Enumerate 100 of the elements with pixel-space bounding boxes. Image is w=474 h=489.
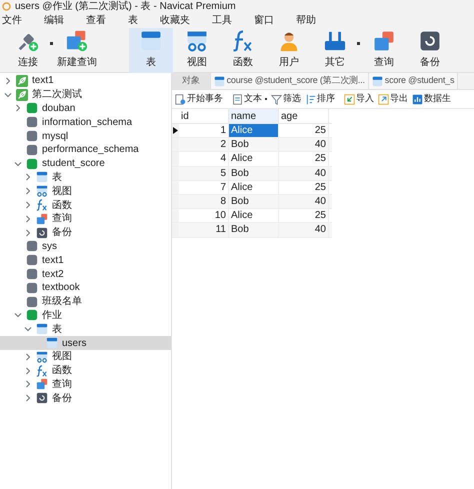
- database-icon: [26, 240, 38, 252]
- toolbar-button[interactable]: 备份: [408, 28, 452, 72]
- table-row[interactable]: 8 Bob 40: [172, 194, 332, 210]
- toolbar-button[interactable]: 查询: [362, 28, 406, 72]
- tree-item[interactable]: 函数: [0, 364, 171, 378]
- tree-label: 查询: [52, 212, 72, 226]
- table-row[interactable]: 5 Bob 40: [172, 166, 332, 181]
- database-icon: [26, 102, 38, 114]
- tree-item[interactable]: performance_schema: [0, 142, 171, 157]
- tree-item[interactable]: textbook: [0, 280, 171, 295]
- column-header[interactable]: age: [279, 109, 329, 123]
- tree-item[interactable]: 作业: [0, 308, 171, 322]
- tree-label: textbook: [42, 281, 80, 296]
- tree-label: 备份: [52, 392, 72, 406]
- database-icon: [26, 268, 38, 280]
- tree-item[interactable]: text2: [0, 267, 171, 281]
- tree-item[interactable]: sys: [0, 240, 171, 254]
- table-icon: [372, 76, 383, 86]
- tree-label: 备份: [52, 226, 72, 240]
- grid-toolbar-button[interactable]: 导出: [378, 92, 408, 106]
- tree-item[interactable]: 第二次测试: [0, 88, 171, 102]
- menu-item[interactable]: 帮助: [296, 13, 316, 28]
- tree-item[interactable]: douban: [0, 102, 171, 116]
- tree-item[interactable]: 视图: [0, 350, 171, 364]
- tree-item[interactable]: 班级名单: [0, 294, 171, 309]
- backup-icon: [36, 392, 48, 404]
- glasses-table-icon: [186, 30, 208, 52]
- leaf-icon: [16, 88, 28, 101]
- toolbar-button[interactable]: 用户: [267, 28, 311, 72]
- tree-item[interactable]: text1: [0, 253, 171, 268]
- tree-label: text1: [32, 74, 54, 88]
- grid-toolbar-button[interactable]: 排序: [305, 92, 335, 106]
- tree-item[interactable]: student_score: [0, 156, 171, 171]
- tab[interactable]: 对象: [172, 73, 211, 89]
- table-row[interactable]: 1 Alice 25: [172, 124, 332, 138]
- table-row[interactable]: 2 Bob 40: [172, 138, 332, 152]
- menu-item[interactable]: 工具: [212, 13, 232, 28]
- tree-item[interactable]: information_schema: [0, 115, 171, 130]
- tree-item[interactable]: 查询: [0, 378, 171, 392]
- menu-item[interactable]: 查看: [86, 13, 106, 28]
- table-row[interactable]: 7 Alice 25: [172, 180, 332, 195]
- menu-item[interactable]: 文件: [2, 13, 22, 28]
- database-icon: [26, 254, 38, 266]
- chevron-right-icon[interactable]: [4, 76, 12, 85]
- toolbar-button[interactable]: 连接: [6, 28, 50, 72]
- tree-label: text1: [42, 254, 64, 268]
- menu-item[interactable]: 表: [128, 13, 138, 28]
- table-cell: 25: [279, 152, 329, 166]
- tree-label: 表: [52, 170, 62, 185]
- menu-item[interactable]: 编辑: [44, 13, 64, 28]
- table-cell: 40: [279, 194, 329, 208]
- tree-item[interactable]: 备份: [0, 226, 171, 240]
- tree-item[interactable]: 表: [0, 170, 171, 184]
- tab[interactable]: course @student_score (第二次测...: [210, 73, 369, 89]
- query-icon: [373, 30, 395, 52]
- tree-item[interactable]: 查询: [0, 212, 171, 226]
- grid-toolbar-button[interactable]: 文本: [232, 92, 267, 106]
- tree-item[interactable]: users: [0, 336, 171, 350]
- toolbar-button[interactable]: 函数: [221, 28, 265, 72]
- tree-label: douban: [42, 102, 76, 116]
- table-cell: Alice: [229, 152, 279, 166]
- tree-label: 视图: [52, 184, 72, 199]
- tree-item[interactable]: 备份: [0, 391, 171, 406]
- grid-toolbar-button[interactable]: 导入: [344, 92, 374, 106]
- table-icon: [46, 337, 58, 350]
- tab[interactable]: score @student_s: [368, 73, 458, 89]
- table-cell: Alice: [229, 209, 279, 222]
- chevron-down-icon[interactable]: [4, 90, 12, 99]
- tree-item[interactable]: text1: [0, 74, 171, 88]
- grid-toolbar-button[interactable]: 数据生: [412, 92, 451, 106]
- table-cell: 2: [179, 138, 229, 152]
- toolbar-button[interactable]: 其它: [313, 28, 357, 72]
- table-row[interactable]: 4 Alice 25: [172, 152, 332, 167]
- table-row[interactable]: 10 Alice 25: [172, 209, 332, 224]
- menu-item[interactable]: 窗口: [254, 13, 274, 28]
- toolbar-button[interactable]: 新建查询: [55, 28, 99, 72]
- function-icon: [232, 30, 254, 52]
- menu-item[interactable]: 收藏夹: [160, 13, 190, 28]
- query-icon: [36, 212, 48, 225]
- tree-item[interactable]: mysql: [0, 129, 171, 143]
- table-cell: 40: [279, 138, 329, 152]
- table-cell: Bob: [229, 138, 279, 152]
- tree-item[interactable]: 视图: [0, 184, 171, 198]
- table-cell: 7: [179, 180, 229, 194]
- chevron-right-icon[interactable]: [14, 104, 22, 112]
- tree-item[interactable]: 表: [0, 322, 171, 336]
- table-cell: 40: [279, 166, 329, 180]
- toolbar-button[interactable]: 表: [129, 28, 173, 72]
- tree-label: 函数: [52, 364, 72, 378]
- column-header[interactable]: name: [229, 109, 279, 123]
- tree-label: 视图: [52, 350, 72, 364]
- table-row[interactable]: 11 Bob 40: [172, 223, 332, 238]
- database-icon: [26, 130, 38, 142]
- tree-item[interactable]: 函数: [0, 198, 171, 212]
- grid-toolbar-button[interactable]: 筛选: [271, 92, 301, 106]
- grid-toolbar-button[interactable]: 开始事务: [175, 92, 223, 106]
- toolbar-button[interactable]: 视图: [175, 28, 219, 72]
- table-cell: 25: [279, 209, 329, 222]
- chevron-down-icon[interactable]: [14, 160, 22, 168]
- table-cell: 10: [179, 209, 229, 222]
